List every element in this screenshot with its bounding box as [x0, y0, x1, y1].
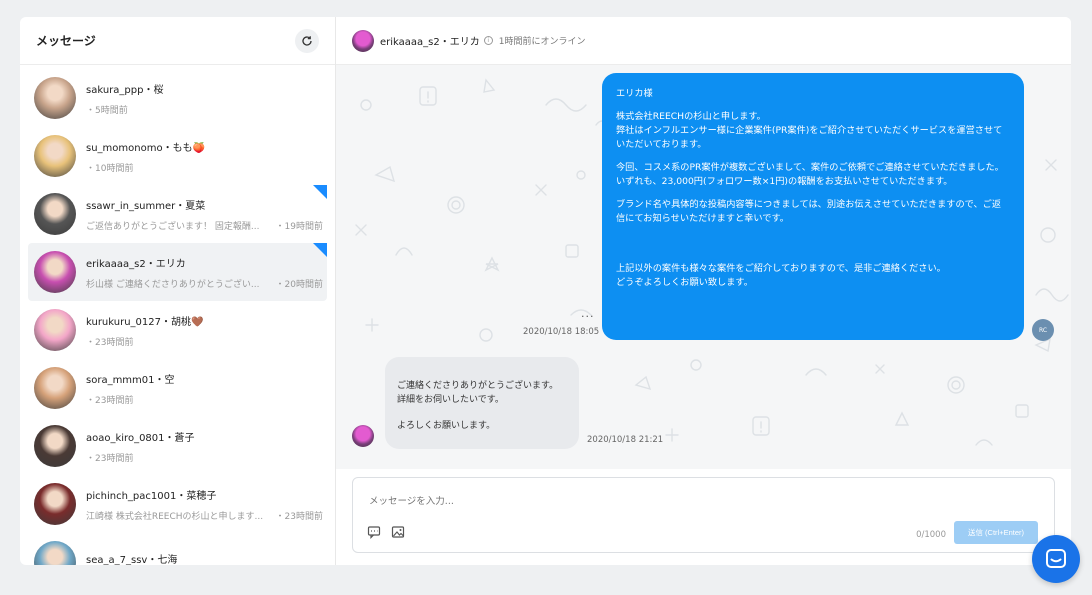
conversation-meta: ・23時間前: [86, 393, 323, 406]
conversation-name: ssawr_in_summer・夏菜: [86, 200, 206, 212]
conversation-meta: ・10時間前: [86, 161, 323, 174]
avatar: [34, 193, 76, 235]
conversation-meta: ・23時間前: [86, 451, 323, 464]
conversation-preview: ご返信ありがとうございます！ 固定報酬...: [86, 221, 260, 232]
sidebar-title: メッセージ: [36, 34, 96, 48]
conversation-body: sea_a_7_ssv・七海: [86, 551, 323, 565]
outgoing-paragraph: 上記以外の案件も様々な案件をご紹介しておりますので、是非ご連絡ください。 どうぞ…: [616, 263, 946, 288]
conversation-name: sakura_ppp・桜: [86, 84, 164, 96]
conversation-item[interactable]: pichinch_pac1001・菜穂子江崎様 株式会社REECHの杉山と申しま…: [28, 475, 327, 533]
conversation-preview: 江崎様 株式会社REECHの杉山と申します...: [86, 511, 264, 522]
conversation-meta: ・5時間前: [86, 103, 323, 116]
incoming-line: よろしくお願いします。: [397, 421, 496, 431]
conversation-body: aoao_kiro_0801・蒼子 ・23時間前: [86, 429, 323, 464]
conversation-meta: ご返信ありがとうございます！ 固定報酬... ・19時間前: [86, 219, 323, 232]
conversation-item[interactable]: sakura_ppp・桜 ・5時間前: [28, 69, 327, 127]
outgoing-paragraph: 株式会社REECHの杉山と申します。 弊社はインフルエンサー様に企業案件(PR案…: [616, 111, 1003, 150]
conversation-item[interactable]: kurukuru_0127・胡桃🤎 ・23時間前: [28, 301, 327, 359]
contact-name[interactable]: erikaaaa_s2・エリカ: [380, 33, 480, 48]
avatar: [34, 135, 76, 177]
conversation-time: ・5時間前: [86, 105, 128, 116]
unread-marker: [313, 243, 327, 257]
conversation-body: kurukuru_0127・胡桃🤎 ・23時間前: [86, 313, 323, 348]
conversation-meta: 杉山様 ご連絡くださりありがとうござい... ・20時間前: [86, 277, 323, 290]
character-counter: 0/1000: [916, 530, 946, 540]
message-composer: 0/1000 送信 (Ctrl+Enter): [336, 469, 1071, 565]
avatar: [34, 541, 76, 565]
message-thread[interactable]: エリカ様 株式会社REECHの杉山と申します。 弊社はインフルエンサー様に企業案…: [336, 65, 1071, 469]
chat-support-icon: [1046, 549, 1066, 568]
send-button[interactable]: 送信 (Ctrl+Enter): [954, 521, 1038, 544]
outgoing-paragraph: エリカ様: [616, 88, 653, 99]
image-icon[interactable]: [391, 525, 405, 539]
message-input[interactable]: [369, 496, 769, 507]
chat-header: erikaaaa_s2・エリカ i 1時間前にオンライン: [336, 17, 1071, 65]
conversation-name: sea_a_7_ssv・七海: [86, 555, 178, 565]
outgoing-paragraph: 今回、コスメ系のPR案件が複数ございまして、案件のご依頼でご連絡させていただきま…: [616, 162, 1004, 187]
avatar: [34, 309, 76, 351]
conversation-item[interactable]: sea_a_7_ssv・七海: [28, 533, 327, 565]
conversation-time: ・10時間前: [86, 163, 134, 174]
refresh-button[interactable]: [295, 28, 319, 53]
conversation-name: sora_mmm01・空: [86, 374, 175, 386]
sidebar-header: メッセージ: [20, 17, 335, 65]
conversation-item[interactable]: ssawr_in_summer・夏菜ご返信ありがとうございます！ 固定報酬...…: [28, 185, 327, 243]
refresh-icon: [302, 35, 312, 46]
conversation-time: ・23時間前: [86, 395, 134, 406]
incoming-timestamp: 2020/10/18 21:21: [587, 435, 664, 445]
conversation-sidebar: メッセージ sakura_ppp・桜 ・5時間前 su_momonomo・もも🍑 ・1…: [20, 17, 336, 565]
conversation-item[interactable]: aoao_kiro_0801・蒼子 ・23時間前: [28, 417, 327, 475]
conversation-item[interactable]: erikaaaa_s2・エリカ杉山様 ご連絡くださりありがとうござい... ・20…: [28, 243, 327, 301]
conversation-name: aoao_kiro_0801・蒼子: [86, 432, 195, 444]
incoming-line: ご連絡くださりありがとうございます。: [397, 381, 559, 391]
incoming-message[interactable]: ご連絡くださりありがとうございます。 詳細をお伺いしたいです。 よろしくお願いし…: [385, 357, 579, 449]
conversation-body: sora_mmm01・空 ・23時間前: [86, 371, 323, 406]
incoming-line: 詳細をお伺いしたいです。: [397, 395, 504, 405]
conversation-preview: 杉山様 ご連絡くださりありがとうござい...: [86, 279, 260, 290]
conversation-meta: ・23時間前: [86, 335, 323, 348]
conversation-time: ・20時間前: [275, 279, 323, 290]
avatar: [34, 367, 76, 409]
sender-avatar: RC: [1032, 319, 1054, 341]
conversation-time: ・23時間前: [86, 337, 134, 348]
contact-avatar[interactable]: [352, 29, 374, 52]
message-options-button[interactable]: ...: [581, 307, 595, 320]
conversation-name: pichinch_pac1001・菜穂子: [86, 490, 217, 502]
avatar: [34, 425, 76, 467]
conversation-name: su_momonomo・もも🍑: [86, 142, 206, 154]
conversation-item[interactable]: su_momonomo・もも🍑 ・10時間前: [28, 127, 327, 185]
chat-panel: erikaaaa_s2・エリカ i 1時間前にオンライン エリカ様 株式会社RE…: [336, 17, 1071, 565]
conversation-name: kurukuru_0127・胡桃🤎: [86, 316, 204, 328]
avatar: [34, 251, 76, 293]
conversation-time: ・23時間前: [86, 453, 134, 464]
outgoing-paragraph: ブランド名や具体的な投稿内容等につきましては、別途お伝えさせていただきますので、…: [616, 199, 1002, 224]
conversation-body: sakura_ppp・桜 ・5時間前: [86, 81, 323, 116]
online-status: 1時間前にオンライン: [498, 37, 586, 47]
template-icon[interactable]: [367, 525, 381, 539]
unread-marker: [313, 185, 327, 199]
conversation-body: su_momonomo・もも🍑 ・10時間前: [86, 139, 323, 174]
conversation-meta: 江崎様 株式会社REECHの杉山と申します... ・23時間前: [86, 509, 323, 522]
conversation-time: ・23時間前: [275, 511, 323, 522]
avatar: [34, 77, 76, 119]
chat-support-button[interactable]: [1032, 535, 1080, 583]
outgoing-message[interactable]: エリカ様 株式会社REECHの杉山と申します。 弊社はインフルエンサー様に企業案…: [602, 73, 1024, 340]
composer-box: 0/1000 送信 (Ctrl+Enter): [352, 477, 1055, 553]
avatar: [34, 483, 76, 525]
conversation-list: sakura_ppp・桜 ・5時間前 su_momonomo・もも🍑 ・10時間前 ss…: [20, 65, 335, 565]
info-icon[interactable]: i: [483, 36, 493, 45]
messaging-app: メッセージ sakura_ppp・桜 ・5時間前 su_momonomo・もも🍑 ・1…: [20, 17, 1071, 565]
contact-message-avatar: [352, 425, 374, 447]
conversation-body: pichinch_pac1001・菜穂子江崎様 株式会社REECHの杉山と申しま…: [86, 487, 323, 522]
conversation-item[interactable]: sora_mmm01・空 ・23時間前: [28, 359, 327, 417]
outgoing-timestamp: 2020/10/18 18:05: [523, 327, 600, 337]
conversation-body: erikaaaa_s2・エリカ杉山様 ご連絡くださりありがとうござい... ・20…: [86, 255, 323, 290]
conversation-name: erikaaaa_s2・エリカ: [86, 258, 186, 270]
conversation-body: ssawr_in_summer・夏菜ご返信ありがとうございます！ 固定報酬...…: [86, 197, 323, 232]
conversation-time: ・19時間前: [275, 221, 323, 232]
